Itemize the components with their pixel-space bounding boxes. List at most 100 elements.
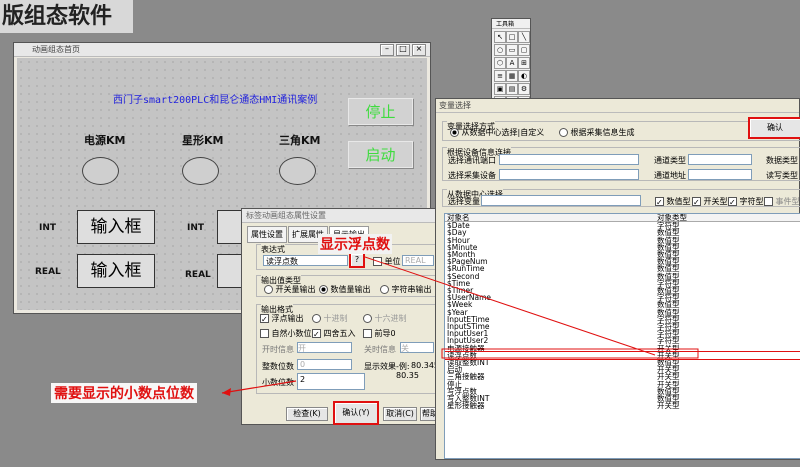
channel-addr-input[interactable] bbox=[688, 169, 752, 180]
variable-row[interactable]: InputUser1 字符型 bbox=[445, 330, 800, 338]
channel-type-select[interactable] bbox=[688, 154, 752, 165]
rounded-rect-icon[interactable]: ▭ bbox=[506, 44, 518, 56]
decimal-label: 十进制 bbox=[323, 314, 348, 323]
var-dialog-title: 变量选择 bbox=[436, 99, 799, 113]
dec-digits-input[interactable]: 2 bbox=[297, 373, 365, 390]
variable-row[interactable]: $Second 数值型 bbox=[445, 272, 800, 280]
real-input-box[interactable]: 输入框 bbox=[77, 254, 155, 288]
polygon-icon[interactable]: ⬡ bbox=[494, 57, 506, 69]
output-switch-radio[interactable]: 开关量输出 bbox=[264, 284, 316, 295]
natural-decimal-checkbox[interactable]: 自然小数位 bbox=[260, 328, 312, 339]
rectangle-icon[interactable]: □ bbox=[506, 31, 518, 43]
on-info-input[interactable]: 开 bbox=[297, 342, 352, 353]
variable-name: $Time bbox=[447, 278, 471, 288]
variable-row[interactable]: 启动 开关型 bbox=[445, 366, 800, 374]
variable-row[interactable]: $Month 数值型 bbox=[445, 251, 800, 259]
variable-row[interactable]: $Hour 数值型 bbox=[445, 236, 800, 244]
filter-switch[interactable]: ✓ 开关型 bbox=[692, 196, 728, 207]
select-var-input[interactable] bbox=[481, 195, 641, 206]
round-label: 四舍五入 bbox=[323, 329, 356, 338]
var-ok-button[interactable]: 确认 bbox=[748, 117, 800, 139]
variable-row[interactable]: 停止 开关型 bbox=[445, 380, 800, 388]
cancel-button[interactable]: 取消(C) bbox=[383, 407, 417, 421]
variable-row[interactable]: $Date 字符型 bbox=[445, 222, 800, 230]
collect-select[interactable] bbox=[499, 169, 639, 180]
ellipse-icon[interactable]: ○ bbox=[494, 44, 506, 56]
decimal-radio[interactable]: 十进制 bbox=[312, 313, 348, 324]
float-output-checkbox[interactable]: ✓ 浮点输出 bbox=[260, 313, 304, 324]
int-digits-input[interactable]: 0 bbox=[297, 359, 352, 370]
variable-row[interactable]: 星形接触器 开关型 bbox=[445, 401, 800, 411]
stop-button[interactable]: 停止 bbox=[348, 98, 413, 125]
tab-attributes[interactable]: 属性设置 bbox=[247, 226, 287, 243]
expression-select-button[interactable]: ? bbox=[349, 252, 365, 268]
round-rect-icon[interactable]: ▢ bbox=[518, 44, 530, 56]
table-icon[interactable]: ⊞ bbox=[518, 57, 530, 69]
variable-row[interactable]: $UserName 字符型 bbox=[445, 294, 800, 302]
filter-string-label: 字符型 bbox=[739, 197, 764, 206]
variable-row[interactable]: $Day 数值型 bbox=[445, 229, 800, 237]
grid-icon[interactable]: ▦ bbox=[506, 70, 518, 82]
variable-row[interactable]: $Year 数值型 bbox=[445, 308, 800, 316]
leading-zero-checkbox[interactable]: 前导0 bbox=[363, 328, 396, 339]
natural-decimal-label: 自然小数位 bbox=[271, 329, 312, 338]
output-numeric-radio[interactable]: 数值量输出 bbox=[319, 284, 371, 295]
annotation-decimals: 需要显示的小数点位数 bbox=[51, 383, 197, 403]
variable-row[interactable]: 写入整数INT 数值型 bbox=[445, 395, 800, 403]
check-button[interactable]: 检查(K) bbox=[286, 407, 328, 421]
variable-row[interactable]: InputETime 字符型 bbox=[445, 315, 800, 323]
variable-row[interactable]: 读浮点数 开关型 bbox=[445, 350, 800, 361]
unit-input[interactable]: REAL bbox=[402, 255, 434, 266]
variable-row[interactable]: $RunTime 数值型 bbox=[445, 265, 800, 273]
variable-row[interactable]: $Time 字符型 bbox=[445, 278, 800, 288]
variable-row[interactable]: $Timer 数值型 bbox=[445, 287, 800, 295]
port-select[interactable] bbox=[499, 154, 639, 165]
unit-checkbox[interactable]: 单位 bbox=[373, 256, 401, 267]
minimize-button[interactable]: – bbox=[380, 44, 394, 56]
gear-icon[interactable]: ⚙ bbox=[518, 83, 530, 95]
window-controls: – □ × bbox=[380, 44, 426, 56]
confirm-button[interactable]: 确认(Y) bbox=[333, 401, 379, 425]
variable-row[interactable]: 写浮点数 数值型 bbox=[445, 388, 800, 396]
variable-row[interactable]: 读取整数INT 数值型 bbox=[445, 359, 800, 367]
variable-type: 开关型 bbox=[657, 401, 680, 411]
frame-icon[interactable]: ▣ bbox=[494, 83, 506, 95]
pointer-icon[interactable]: ↖ bbox=[494, 31, 506, 43]
hex-radio[interactable]: 十六进制 bbox=[363, 313, 407, 324]
lamp-power[interactable] bbox=[82, 157, 119, 185]
list-icon[interactable]: ≡ bbox=[494, 70, 506, 82]
method-collect-radio[interactable]: 根据采集信息生成 bbox=[559, 127, 635, 138]
variable-row[interactable]: $PageNum 数值型 bbox=[445, 258, 800, 266]
maximize-button[interactable]: □ bbox=[396, 44, 410, 56]
lamp-delta[interactable] bbox=[279, 157, 316, 185]
method-center-radio[interactable]: 从数据中心选择|自定义 bbox=[450, 127, 544, 138]
pie-icon[interactable]: ◐ bbox=[518, 70, 530, 82]
int-input-box[interactable]: 输入框 bbox=[77, 210, 155, 244]
close-button[interactable]: × bbox=[412, 44, 426, 56]
on-info-label: 开时信息 bbox=[262, 345, 294, 354]
expression-input[interactable]: 读浮点数 bbox=[263, 255, 348, 266]
filter-string[interactable]: ✓ 字符型 bbox=[728, 196, 764, 207]
output-string-radio[interactable]: 字符串输出 bbox=[380, 284, 432, 295]
text-icon[interactable]: A bbox=[506, 57, 518, 69]
filter-numeric[interactable]: ✓ 数值型 bbox=[655, 196, 691, 207]
variable-row[interactable]: 电源接触器 开关型 bbox=[445, 344, 800, 352]
line-icon[interactable]: ╲ bbox=[518, 31, 530, 43]
chart-icon[interactable]: ▤ bbox=[506, 83, 518, 95]
variable-row[interactable]: 三角接触器 开关型 bbox=[445, 373, 800, 381]
lamp-label-star: 星形KM bbox=[182, 134, 224, 147]
off-info-input[interactable]: 关 bbox=[400, 342, 434, 353]
variable-row[interactable]: InputSTime 字符型 bbox=[445, 323, 800, 331]
variable-row[interactable]: $Week 数值型 bbox=[445, 300, 800, 310]
variable-row[interactable]: $Minute 数值型 bbox=[445, 243, 800, 251]
variable-list[interactable]: 对象名 对象类型 $Date 字符型 $Day 数值型 $Hour 数值型 $Minute 数… bbox=[444, 213, 800, 459]
lamp-star[interactable] bbox=[182, 157, 219, 185]
start-button[interactable]: 启动 bbox=[348, 141, 413, 168]
variable-row[interactable]: InputUser2 字符型 bbox=[445, 337, 800, 345]
variable-name: $Week bbox=[447, 300, 473, 310]
filter-switch-label: 开关型 bbox=[703, 197, 728, 206]
main-window-title: 动画组态首页 bbox=[14, 43, 430, 57]
round-checkbox[interactable]: ✓ 四舍五入 bbox=[312, 328, 356, 339]
filter-event[interactable]: 事件型 bbox=[764, 196, 800, 207]
off-info-label: 关时信息 bbox=[364, 345, 396, 354]
